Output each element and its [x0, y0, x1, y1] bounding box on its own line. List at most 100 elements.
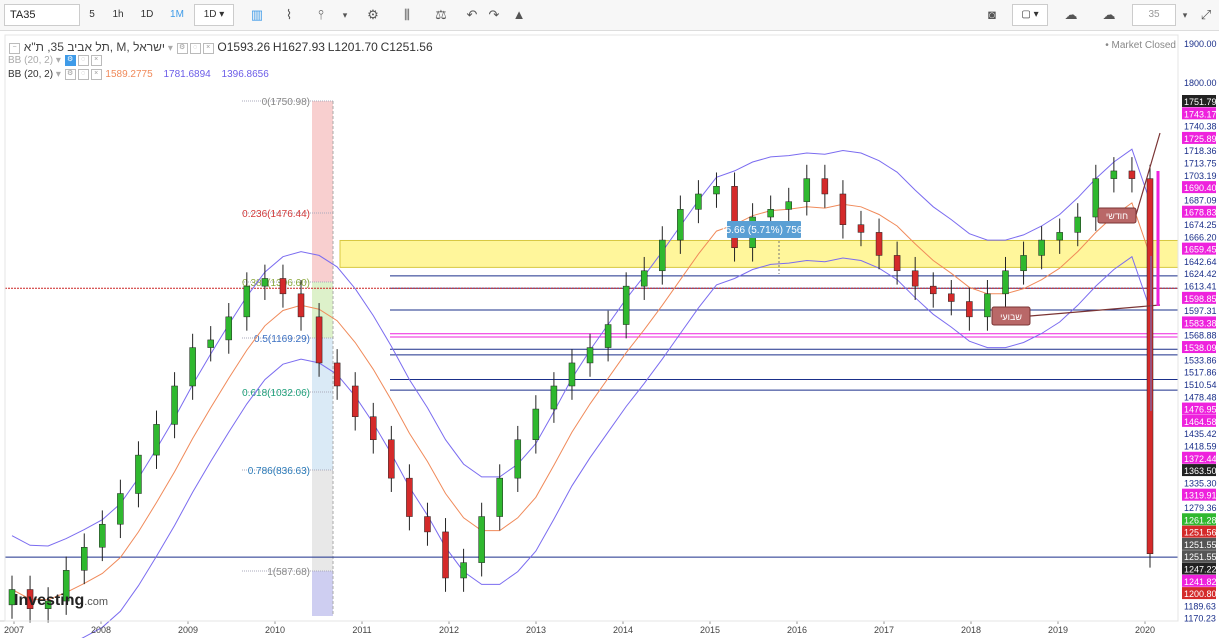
candle-body [478, 516, 485, 563]
candle-body [948, 293, 955, 302]
y-tick-label: 1464.58 [1184, 417, 1217, 427]
candle-body [189, 347, 196, 387]
candle-body [135, 454, 142, 494]
candle-body [315, 316, 323, 364]
y-tick-label: 1703.19 [1184, 171, 1217, 181]
y-axis: 1900.00 1800.00 1751.79 1743.17 1740.38 1725.… [1178, 31, 1219, 635]
measure-label: 75.66 (5.71%) 7566 [720, 225, 808, 236]
logo-name: Investing [14, 592, 85, 609]
bb-layer [11, 148, 1151, 638]
fib-band [312, 101, 333, 213]
candle-body [857, 224, 865, 233]
price-chart[interactable]: 0(1750.98) 0.236(1476.44) 0.382(1306.60) 0.… [0, 31, 1219, 638]
indicator-icon[interactable]: ⫯ [310, 4, 332, 26]
interval-1m-button[interactable]: 1M [164, 4, 190, 26]
fib-band [312, 571, 333, 616]
x-tick-label: 2018 [961, 625, 981, 635]
y-tick-label: 1478.48 [1184, 392, 1217, 402]
interval-select[interactable]: 1D ▾ [194, 4, 234, 26]
interval-1d-button[interactable]: 1D [134, 4, 160, 26]
cloud-upload-icon[interactable]: ☁ [1096, 4, 1122, 26]
bb-upper-line [11, 148, 1151, 547]
support-zone [339, 239, 1179, 268]
color-box-icon[interactable]: ▢ ▾ [1012, 4, 1048, 26]
y-tick-label: 1800.00 [1184, 78, 1217, 88]
y-tick-label: 1476.95 [1184, 405, 1217, 415]
y-tick-label: 1718.36 [1184, 146, 1217, 156]
candle-body [99, 523, 106, 548]
y-tick-label: 1740.38 [1184, 122, 1217, 132]
label-monthly: חודשי [1106, 211, 1128, 221]
symbol-input[interactable]: TA35 [4, 4, 80, 26]
y-tick-label: 1241.82 [1184, 577, 1217, 587]
studies-icon[interactable]: ⫼ [396, 4, 418, 26]
y-tick-label: 1319.91 [1184, 491, 1217, 501]
y-tick-label: 1900.00 [1184, 39, 1217, 49]
candle-body [803, 178, 811, 202]
candle-body [622, 285, 630, 325]
fib-band [312, 282, 333, 338]
candles-icon[interactable]: ▥ [246, 4, 268, 26]
interval-1h-button[interactable]: 1h [106, 4, 130, 26]
y-tick-label: 1418.59 [1184, 441, 1217, 451]
candle-body [153, 424, 160, 456]
candle-body [586, 347, 594, 364]
y-tick-label: 1743.17 [1184, 109, 1217, 119]
y-tick-label: 1335.30 [1184, 478, 1217, 488]
candle-body [424, 516, 431, 533]
fib-level-label: 0.236(1476.44) [242, 209, 310, 220]
label-weekly: שבועי [1000, 312, 1022, 322]
y-tick-label: 1583.38 [1184, 318, 1217, 328]
candle-body [966, 301, 973, 318]
candle-body [460, 562, 467, 579]
redo-icon[interactable]: ↷ [484, 4, 504, 26]
y-tick-label: 1510.54 [1184, 380, 1217, 390]
fib-band [312, 392, 333, 470]
interval-5-button[interactable]: 5 [82, 4, 102, 26]
compare-scale-icon[interactable]: ⚖ [430, 4, 452, 26]
y-tick-label: 1251.56 [1184, 528, 1217, 538]
settings-gear-icon[interactable]: ⚙ [362, 4, 384, 26]
candle-body [550, 385, 558, 410]
y-tick-label: 1261.28 [1184, 515, 1217, 525]
candle-body [1020, 255, 1027, 272]
area-chart-icon[interactable]: ⌇ [278, 4, 300, 26]
expand-icon[interactable]: ⤢ [1196, 4, 1216, 26]
candle-body [893, 255, 901, 272]
indicator-dropdown-icon[interactable]: ▾ [338, 4, 352, 26]
x-tick-label: 2016 [787, 625, 807, 635]
cloud-download-icon[interactable]: ☁ [1058, 4, 1084, 26]
candle-body [388, 439, 395, 479]
x-tick-label: 2020 [1135, 625, 1155, 635]
x-tick-label: 2013 [526, 625, 546, 635]
candle-body [568, 362, 576, 387]
x-tick-label: 2011 [352, 625, 371, 635]
y-tick-label: 1690.40 [1184, 183, 1217, 193]
candle-body [677, 209, 684, 241]
y-tick-label: 1725.89 [1184, 134, 1217, 144]
fib-band [312, 470, 333, 571]
y-tick-label: 1624.42 [1184, 269, 1217, 279]
x-axis: 2007 2008 2009 2010 2011 2012 2013 2014 2015 2016… [0, 620, 1178, 635]
fib-level-label: 1(587.68) [267, 567, 310, 578]
y-tick-label: 1597.31 [1184, 306, 1217, 316]
plot-frame [4, 34, 1179, 622]
camera-icon[interactable]: ◙ [980, 4, 1004, 26]
y-tick-label: 1517.86 [1184, 368, 1217, 378]
undo-icon[interactable]: ↶ [462, 4, 482, 26]
zoom-dropdown-icon[interactable]: ▾ [1178, 4, 1192, 26]
x-tick-label: 2015 [700, 625, 720, 635]
y-tick-label: 1251.55 [1184, 540, 1217, 550]
candle-body [767, 209, 774, 218]
candle-body [713, 186, 720, 195]
y-tick-label: 1598.85 [1184, 294, 1217, 304]
x-tick-label: 2010 [265, 625, 285, 635]
x-tick-label: 2007 [4, 625, 24, 635]
candle-body [207, 339, 214, 348]
candle-body [514, 439, 522, 479]
zoom-level[interactable]: 35 [1132, 4, 1176, 26]
candle-body [243, 285, 251, 318]
candle-body [785, 201, 792, 210]
alert-icon[interactable]: ▲ [508, 4, 530, 26]
candle-body [1146, 178, 1154, 555]
